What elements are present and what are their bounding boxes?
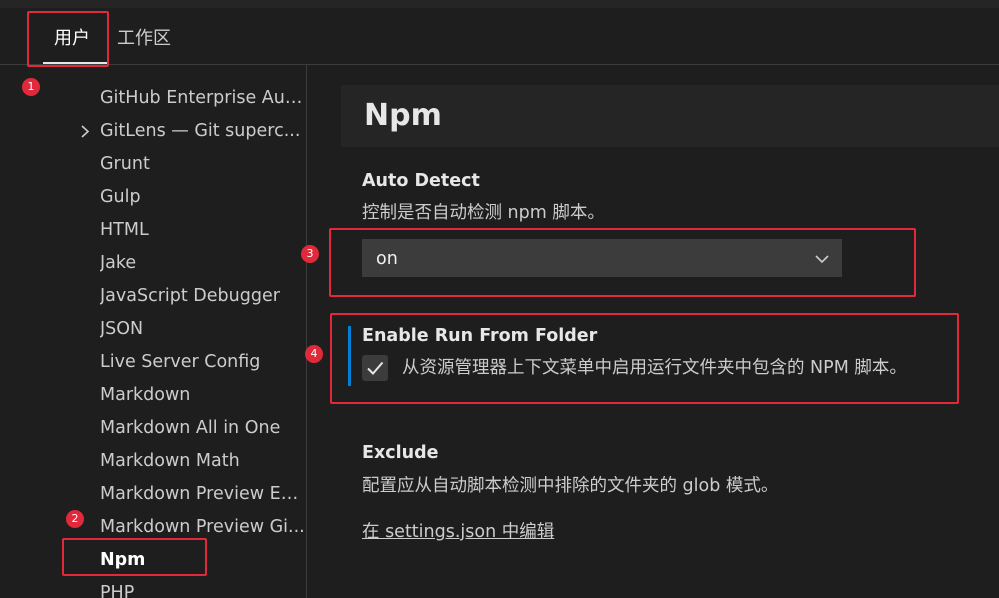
toc-item-gulp[interactable]: Gulp <box>100 181 306 214</box>
annotation-box-auto-detect <box>329 228 916 297</box>
annotation-box-npm-item <box>62 538 207 576</box>
toc-item-gitlens[interactable]: GitLens — Git superc... <box>100 115 306 148</box>
settings-editor: 用户 工作区 GitHub Enterprise Aut... GitLens … <box>0 0 999 598</box>
edit-in-settings-json-link[interactable]: 在 settings.json 中编辑 <box>362 520 554 544</box>
setting-title-exclude: Exclude <box>362 443 439 463</box>
annotation-box-run-from-folder <box>330 313 959 404</box>
settings-scope-tabs: 用户 工作区 <box>0 8 999 65</box>
annotation-marker-3: 3 <box>301 245 319 263</box>
toc-item-markdown-all-in-one[interactable]: Markdown All in One <box>100 412 306 445</box>
toc-item-javascript-debugger[interactable]: JavaScript Debugger <box>100 280 306 313</box>
toc-item-github-enterprise[interactable]: GitHub Enterprise Aut... <box>100 82 306 115</box>
annotation-marker-4: 4 <box>305 345 323 363</box>
toc-item-jake[interactable]: Jake <box>100 247 306 280</box>
setting-title-auto-detect: Auto Detect <box>362 171 480 191</box>
toc-item-markdown[interactable]: Markdown <box>100 379 306 412</box>
toc-item-php[interactable]: PHP <box>100 577 306 598</box>
toc-item-grunt[interactable]: Grunt <box>100 148 306 181</box>
setting-description-auto-detect: 控制是否自动检测 npm 脚本。 <box>362 203 605 223</box>
annotation-marker-2: 2 <box>66 510 84 528</box>
section-title: Npm <box>364 98 442 133</box>
toc-item-markdown-math[interactable]: Markdown Math <box>100 445 306 478</box>
toc-item-json[interactable]: JSON <box>100 313 306 346</box>
chevron-right-icon[interactable] <box>78 115 92 148</box>
settings-toc: GitHub Enterprise Aut... GitLens — Git s… <box>0 65 306 598</box>
tab-workspace[interactable]: 工作区 <box>117 26 171 52</box>
toc-item-html[interactable]: HTML <box>100 214 306 247</box>
toc-item-markdown-preview-enhanced[interactable]: Markdown Preview En... <box>100 478 306 511</box>
toc-item-live-server-config[interactable]: Live Server Config <box>100 346 306 379</box>
editor-tab-strip <box>0 0 999 8</box>
annotation-box-user-tab <box>27 11 109 67</box>
annotation-marker-1: 1 <box>22 78 40 96</box>
setting-description-exclude: 配置应从自动脚本检测中排除的文件夹的 glob 模式。 <box>362 476 779 496</box>
